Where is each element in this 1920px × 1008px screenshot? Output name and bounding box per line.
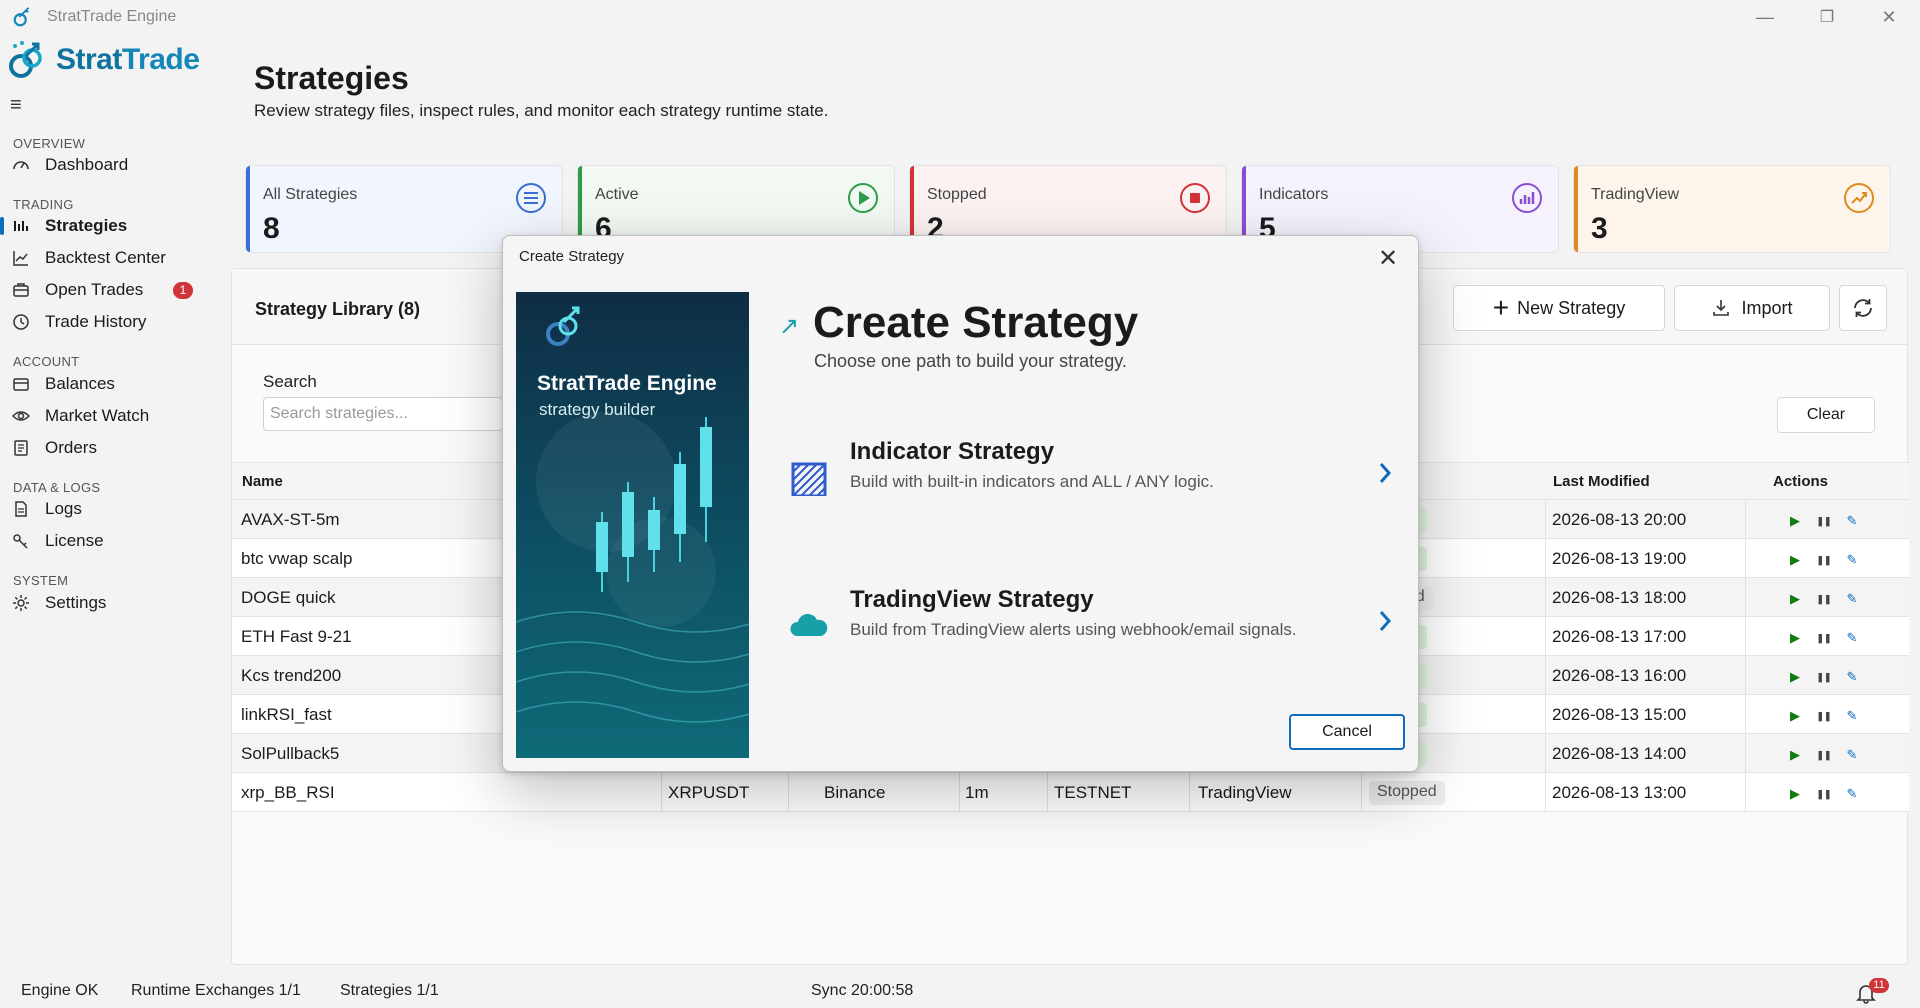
- cancel-button[interactable]: Cancel: [1289, 714, 1405, 750]
- option-description: Build with built-in indicators and ALL /…: [850, 472, 1214, 491]
- hero-subtitle: strategy builder: [539, 400, 656, 419]
- hero-title: StratTrade Engine: [537, 372, 717, 395]
- chevron-right-icon: [1379, 463, 1392, 483]
- striped-square-icon: [791, 462, 827, 496]
- option-description: Build from TradingView alerts using webh…: [850, 620, 1297, 639]
- close-icon: ✕: [1377, 244, 1399, 272]
- hero-illustration: [516, 306, 749, 723]
- chevron-right-icon: [1379, 611, 1392, 631]
- option-title: Indicator Strategy: [850, 438, 1055, 465]
- dialog-close-button[interactable]: ✕: [1372, 242, 1404, 274]
- create-strategy-dialog: Create Strategy ✕ StratTrade Engine stra…: [502, 235, 1419, 772]
- tradingview-strategy-option[interactable]: TradingView Strategy Build from TradingV…: [789, 580, 1397, 660]
- dialog-title: Create Strategy: [519, 248, 625, 265]
- dialog-subheading: Choose one path to build your strategy.: [814, 351, 1127, 371]
- indicator-strategy-option[interactable]: Indicator Strategy Build with built-in i…: [789, 432, 1397, 512]
- hero-banner: StratTrade Engine strategy builder: [516, 292, 749, 758]
- dialog-heading: Create Strategy: [813, 298, 1139, 347]
- option-title: TradingView Strategy: [850, 586, 1094, 613]
- cloud-icon: [790, 613, 828, 636]
- arrow-up-right-icon: ↗: [779, 313, 800, 340]
